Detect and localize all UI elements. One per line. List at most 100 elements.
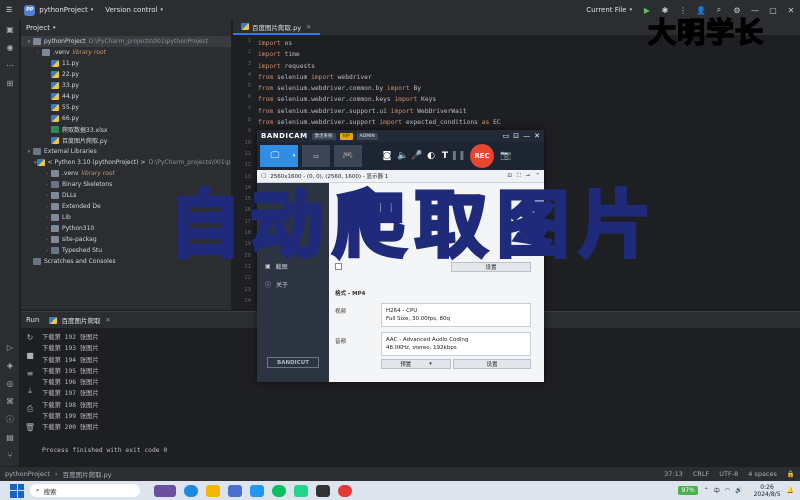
preset-button[interactable]: 预置 ▾ xyxy=(381,359,451,369)
screenshot-icon[interactable]: ⊡ xyxy=(507,173,512,179)
tree-row[interactable]: › .venv library root xyxy=(21,47,231,58)
run-config-selector[interactable]: Current File ▾ xyxy=(580,0,638,20)
breadcrumb-project[interactable]: pythonProject xyxy=(0,470,55,478)
store-icon[interactable] xyxy=(228,484,242,497)
project-panel-header[interactable]: Project ▾ xyxy=(21,20,231,36)
run-tab[interactable]: 百度图片爬取 ✕ xyxy=(49,315,111,325)
clock[interactable]: 0:26 2024/8/5 xyxy=(754,484,781,498)
webcam-icon[interactable]: ◙ xyxy=(378,145,396,167)
lock-icon[interactable]: 🔒 xyxy=(782,470,800,478)
breadcrumb-file[interactable]: 百度图片爬取.py xyxy=(58,469,117,479)
record-taskbar-icon[interactable] xyxy=(338,484,352,497)
close-icon[interactable]: ✕ xyxy=(306,23,311,31)
chevron-up-icon[interactable]: ⌃ xyxy=(704,487,709,494)
print-icon[interactable]: ⎙ xyxy=(21,400,39,418)
plugins-tool-icon[interactable]: ⊞ xyxy=(0,74,20,92)
tree-row[interactable]: 11.py xyxy=(21,58,231,69)
volume-icon[interactable]: 🔊 xyxy=(735,487,742,494)
trash-icon[interactable]: 🗑 xyxy=(21,418,39,436)
expand-arrow-icon[interactable]: › xyxy=(43,193,51,199)
expand-arrow-icon[interactable]: › xyxy=(43,237,51,243)
run-tool-icon[interactable]: ▷ xyxy=(0,338,20,356)
git-icon[interactable]: ⑂ xyxy=(0,446,20,464)
rec-button[interactable]: REC xyxy=(470,144,494,168)
microphone-icon[interactable]: 🎤 xyxy=(410,145,424,167)
tree-row[interactable]: 33.py xyxy=(21,80,231,91)
tree-row[interactable]: 44.py xyxy=(21,91,231,102)
tree-row[interactable]: 22.py xyxy=(21,69,231,80)
pycharm-taskbar-icon[interactable] xyxy=(294,484,308,497)
expand-arrow-icon[interactable]: › xyxy=(43,182,51,188)
code-content[interactable]: import os import time import requests from … xyxy=(258,38,798,140)
tree-row[interactable]: 66.py xyxy=(21,113,231,124)
close-icon[interactable]: ✕ xyxy=(534,132,540,140)
pause-icon[interactable]: ❚❚ xyxy=(450,145,465,167)
problems-icon[interactable]: ⓘ xyxy=(0,410,20,428)
tree-row[interactable]: ▾ < Python 3.10 (pythonProject) > D:\PyCha… xyxy=(21,157,231,168)
python-packages-icon[interactable]: ◈ xyxy=(0,356,20,374)
python-console-icon[interactable]: ⌘ xyxy=(0,392,20,410)
speaker-icon[interactable]: 🔈 xyxy=(396,145,410,167)
notification-icon[interactable]: 🔔 xyxy=(787,487,794,494)
expand-arrow-icon[interactable]: › xyxy=(43,215,51,221)
main-menu-button[interactable]: ☰ xyxy=(0,0,18,20)
scroll-end-icon[interactable]: ⤓ xyxy=(21,382,39,400)
minimize-icon[interactable]: — xyxy=(523,132,530,140)
nav-about[interactable]: ⓘ 关于 xyxy=(257,277,329,291)
edge-icon[interactable] xyxy=(184,484,198,497)
fullscreen-icon[interactable]: ⛶ xyxy=(517,173,521,180)
vcs-menu[interactable]: Version control ▾ xyxy=(99,0,169,20)
close-icon[interactable]: ✕ xyxy=(782,0,800,20)
file-encoding[interactable]: UTF-8 xyxy=(714,470,743,478)
file-explorer-icon[interactable] xyxy=(206,484,220,497)
expand-arrow-icon[interactable]: › xyxy=(43,171,51,177)
camera-icon[interactable]: 📷 xyxy=(498,145,514,167)
chevron-up-icon[interactable]: ⌃ xyxy=(535,173,540,179)
expand-arrow-icon[interactable]: › xyxy=(43,226,51,232)
project-switcher[interactable]: PP pythonProject ▾ xyxy=(18,0,99,20)
tree-row[interactable]: 55.py xyxy=(21,102,231,113)
tree-row[interactable]: › .venv library root xyxy=(21,168,231,179)
bandicut-button[interactable]: BANDICUT xyxy=(267,357,319,368)
commit-tool-icon[interactable]: ◉ xyxy=(0,38,20,56)
services-icon[interactable]: ◎ xyxy=(0,374,20,392)
close-icon[interactable]: ✕ xyxy=(105,316,110,324)
hdmi-mode-button[interactable]: ▭ xyxy=(302,145,330,167)
expand-arrow-icon[interactable]: › xyxy=(34,50,42,56)
bandicam-register-tag[interactable]: 激活系统 xyxy=(311,132,336,140)
link-icon[interactable]: ⊸ xyxy=(526,173,531,179)
mode-dropdown[interactable]: ▾ xyxy=(290,145,298,167)
bandicam-taskbar-icon[interactable] xyxy=(250,484,264,497)
tree-row[interactable]: 百度图片爬取.py xyxy=(21,135,231,146)
tree-row[interactable]: ▾ pythonProject D:\PyCharm_projects\001\py… xyxy=(21,36,231,47)
folder-icon[interactable]: ▭ xyxy=(503,132,510,140)
maximize-icon[interactable]: ▢ xyxy=(764,0,782,20)
expand-arrow-icon[interactable]: ▾ xyxy=(25,149,33,155)
editor-tab-active[interactable]: 百度图片爬取.py ✕ xyxy=(233,20,320,35)
expand-arrow-icon[interactable]: › xyxy=(43,248,51,254)
taskbar-app-icon[interactable] xyxy=(154,484,176,497)
rerun-icon[interactable]: ↻ xyxy=(21,328,39,346)
expand-arrow-icon[interactable]: › xyxy=(43,204,51,210)
ime-indicator[interactable]: 中 xyxy=(714,486,720,495)
line-separator[interactable]: CRLF xyxy=(688,470,714,478)
expand-arrow-icon[interactable]: ▾ xyxy=(25,39,33,45)
indent-setting[interactable]: 4 spaces xyxy=(743,470,782,478)
network-icon[interactable]: ◠ xyxy=(725,487,730,494)
wechat-icon[interactable] xyxy=(272,484,286,497)
stop-icon[interactable]: ■ xyxy=(21,346,39,364)
windows-start-icon[interactable] xyxy=(10,483,24,498)
structure-tool-icon[interactable]: ⋯ xyxy=(0,56,20,74)
taskbar-search[interactable]: ⌕ 搜索 xyxy=(30,484,140,497)
cursor-position[interactable]: 37:13 xyxy=(659,470,688,478)
tree-row[interactable]: 爬取数据33.xlsx xyxy=(21,124,231,135)
project-tool-icon[interactable]: ▣ xyxy=(0,20,20,38)
terminal-icon[interactable]: ▤ xyxy=(0,428,20,446)
screen-mode-button[interactable]: 🖵 xyxy=(260,145,290,167)
settings-button[interactable]: 设置 xyxy=(453,359,531,369)
soft-wrap-icon[interactable]: ≡ xyxy=(21,364,39,382)
lock-icon[interactable]: ⊡ xyxy=(513,132,519,140)
game-mode-button[interactable]: 🎮 xyxy=(334,145,362,167)
battery-indicator[interactable]: 97% xyxy=(678,486,698,495)
tree-row[interactable]: ▾ External Libraries xyxy=(21,146,231,157)
